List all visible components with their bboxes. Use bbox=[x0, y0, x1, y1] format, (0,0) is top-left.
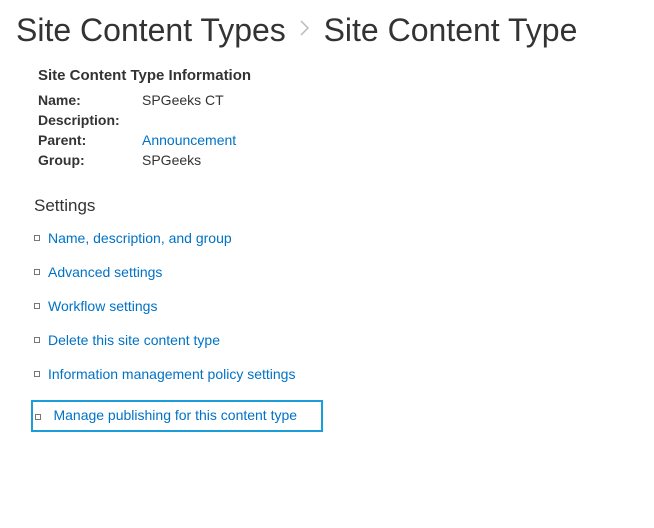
group-label: Group: bbox=[38, 150, 138, 170]
bullet-icon bbox=[34, 303, 40, 309]
name-value: SPGeeks CT bbox=[138, 90, 236, 110]
parent-label: Parent: bbox=[38, 130, 138, 150]
parent-link[interactable]: Announcement bbox=[142, 132, 236, 148]
info-table: Name: SPGeeks CT Description: Parent: An… bbox=[38, 90, 236, 170]
settings-item-name-desc-group: Name, description, and group bbox=[34, 230, 638, 246]
settings-item-workflow: Workflow settings bbox=[34, 298, 638, 314]
bullet-icon bbox=[35, 414, 41, 420]
settings-item-delete: Delete this site content type bbox=[34, 332, 638, 348]
breadcrumb-parent-link[interactable]: Site Content Types bbox=[16, 12, 286, 48]
settings-item-manage-publishing: Manage publishing for this content type bbox=[34, 400, 638, 432]
settings-link-info-mgmt[interactable]: Information management policy settings bbox=[48, 366, 295, 382]
settings-item-advanced: Advanced settings bbox=[34, 264, 638, 280]
settings-heading: Settings bbox=[34, 196, 638, 216]
highlight-box: Manage publishing for this content type bbox=[31, 400, 323, 432]
description-value bbox=[138, 110, 236, 130]
bullet-icon bbox=[34, 269, 40, 275]
bullet-icon bbox=[34, 235, 40, 241]
group-value: SPGeeks bbox=[138, 150, 236, 170]
settings-link-delete[interactable]: Delete this site content type bbox=[48, 332, 220, 348]
bullet-icon bbox=[34, 337, 40, 343]
breadcrumb-current: Site Content Type bbox=[324, 12, 578, 48]
description-label: Description: bbox=[38, 110, 138, 130]
settings-link-workflow[interactable]: Workflow settings bbox=[48, 298, 157, 314]
settings-link-manage-publishing[interactable]: Manage publishing for this content type bbox=[53, 407, 297, 423]
settings-item-info-mgmt: Information management policy settings bbox=[34, 366, 638, 382]
settings-list: Name, description, and group Advanced se… bbox=[34, 230, 638, 432]
info-heading: Site Content Type Information bbox=[38, 67, 638, 84]
breadcrumb: Site Content Types Site Content Type bbox=[16, 12, 638, 49]
settings-link-name-desc-group[interactable]: Name, description, and group bbox=[48, 230, 232, 246]
settings-link-advanced[interactable]: Advanced settings bbox=[48, 264, 162, 280]
bullet-icon bbox=[34, 371, 40, 377]
chevron-right-icon bbox=[299, 17, 311, 43]
name-label: Name: bbox=[38, 90, 138, 110]
